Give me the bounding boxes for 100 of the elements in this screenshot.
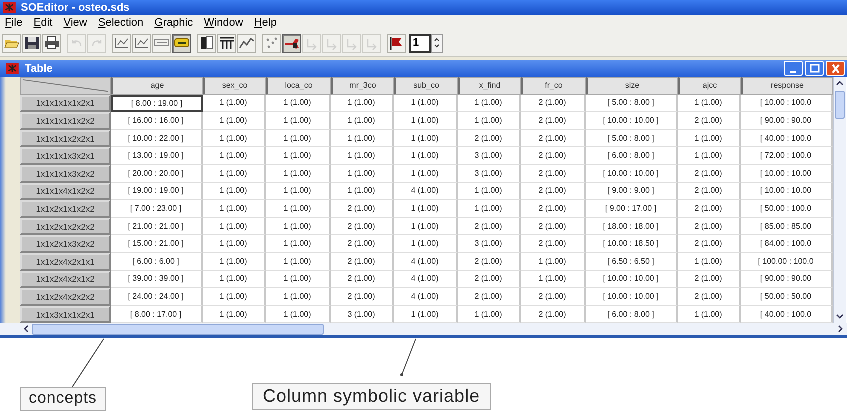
column-header[interactable]: sub_co	[394, 77, 458, 95]
table-cell: 2 (1.00)	[678, 218, 741, 236]
save-tool-button[interactable]	[22, 34, 41, 52]
table-cell: 2 (1.00)	[458, 252, 521, 271]
table-cell: 1 (1.00)	[266, 94, 331, 112]
table-cell: 1 (1.00)	[266, 147, 331, 165]
table-cell: 1 (1.00)	[266, 235, 331, 253]
table-cell: 2 (1.00)	[678, 182, 741, 200]
scroll-thumb[interactable]	[835, 91, 845, 119]
row-header[interactable]: 1x1x1x1x3x2x1	[20, 147, 111, 165]
menu-item[interactable]: Graphic	[154, 16, 194, 28]
row-header[interactable]: 1x1x2x4x2x1x1	[20, 252, 111, 271]
table-cell: 1 (1.00)	[203, 94, 266, 112]
spin-buttons[interactable]	[431, 34, 443, 52]
table-cell: 1 (1.00)	[203, 164, 266, 183]
close-button[interactable]	[826, 61, 845, 76]
column-header[interactable]: age	[111, 77, 203, 95]
column-header[interactable]: fr_co	[521, 77, 586, 95]
table-cell: 1 (1.00)	[203, 200, 266, 218]
scroll-thumb[interactable]	[32, 324, 324, 335]
maximize-button[interactable]	[805, 61, 824, 76]
table-cell: [ 18.00 : 18.00 ]	[586, 218, 678, 236]
table-cell: 2 (1.00)	[458, 218, 521, 236]
table-cell: 1 (1.00)	[678, 147, 741, 165]
graph-tool-button[interactable]	[112, 34, 131, 52]
horizontal-scrollbar[interactable]	[0, 323, 847, 336]
row-header[interactable]: 1x1x1x1x2x2x1	[20, 130, 111, 148]
table-cell: [ 10.00 : 10.00 ]	[586, 270, 678, 288]
table-cell: 1 (1.00)	[266, 288, 331, 306]
table-cell: 2 (1.00)	[521, 112, 586, 130]
print-tool-button[interactable]	[42, 34, 61, 52]
menu-item[interactable]: Edit	[34, 16, 53, 28]
row-header[interactable]: 1x1x1x1x1x2x2	[20, 112, 111, 130]
column-header[interactable]: response	[741, 77, 833, 95]
column-header[interactable]: mr_3co	[331, 77, 394, 95]
callout-label: Column symbolic variable	[252, 383, 492, 410]
row-header[interactable]: 1x1x2x1x1x2x2	[20, 200, 111, 218]
column-header[interactable]: ajcc	[678, 77, 741, 95]
table-cell: [ 24.00 : 24.00 ]	[111, 288, 203, 306]
table-cell: [ 16.00 : 16.00 ]	[111, 112, 203, 130]
table-cell: 1 (1.00)	[203, 182, 266, 200]
table-cell: 1 (1.00)	[331, 147, 394, 165]
table-cell: 2 (1.00)	[458, 270, 521, 288]
table-cell: 1 (1.00)	[521, 252, 586, 271]
table-cell: 3 (1.00)	[458, 147, 521, 165]
table-cell: [ 6.00 : 8.00 ]	[586, 147, 678, 165]
table-cell: 3 (1.00)	[458, 164, 521, 183]
minimize-button[interactable]	[784, 61, 803, 76]
table-tool-button[interactable]	[217, 34, 236, 52]
table-cell: 1 (1.00)	[203, 147, 266, 165]
table-cell: [ 10.00 : 10.00 ]	[586, 112, 678, 130]
menu-item[interactable]: Window	[204, 16, 244, 28]
column-header[interactable]: size	[586, 77, 678, 95]
table-cell: 1 (1.00)	[266, 252, 331, 271]
menu-item[interactable]: Help	[254, 16, 277, 28]
table-cell: 1 (1.00)	[394, 94, 458, 112]
table-cell: [ 7.00 : 23.00 ]	[111, 200, 203, 218]
column-header[interactable]: x_find	[458, 77, 521, 95]
row-header[interactable]: 1x1x2x4x2x2x2	[20, 288, 111, 306]
row-header[interactable]: 1x1x2x4x2x1x2	[20, 270, 111, 288]
table-cell: 1 (1.00)	[458, 182, 521, 200]
table-cell: [ 39.00 : 39.00 ]	[111, 270, 203, 288]
table-cell: 2 (1.00)	[521, 288, 586, 306]
table-cell: [ 21.00 : 21.00 ]	[111, 218, 203, 236]
table-cell: 1 (1.00)	[394, 130, 458, 148]
table-cell: [ 6.00 : 6.00 ]	[111, 252, 203, 271]
table-cell: 1 (1.00)	[203, 288, 266, 306]
number-field[interactable]: 1	[409, 34, 431, 52]
window-title: SOEditor - osteo.sds	[21, 2, 130, 14]
table-cell: 2 (1.00)	[678, 235, 741, 253]
row-header[interactable]: 1x1x1x1x3x2x2	[20, 164, 111, 183]
table-cell: 2 (1.00)	[521, 218, 586, 236]
line-chart-icon	[114, 36, 130, 50]
leader-line	[398, 338, 418, 378]
table-cell: 2 (1.00)	[331, 270, 394, 288]
row-header[interactable]: 1x1x1x1x1x2x1	[20, 94, 111, 112]
row-header[interactable]: 1x1x2x1x3x2x2	[20, 235, 111, 253]
row-header[interactable]: 1x1x3x1x1x2x1	[20, 306, 111, 324]
column-header[interactable]: sex_co	[203, 77, 266, 95]
menu-item[interactable]: Selection	[98, 16, 144, 28]
tool-tool-button[interactable]	[282, 34, 301, 52]
table-cell: 1 (1.00)	[394, 218, 458, 236]
menu-item[interactable]: File	[5, 16, 23, 28]
tag-tool-button[interactable]	[172, 34, 191, 52]
zigzag-tool-button[interactable]	[237, 34, 256, 52]
table-cell: 1 (1.00)	[203, 235, 266, 253]
table-cell: 1 (1.00)	[266, 130, 331, 148]
row-header[interactable]: 1x1x1x4x1x2x2	[20, 182, 111, 200]
graph-tool-button[interactable]	[132, 34, 151, 52]
vertical-scrollbar[interactable]	[833, 77, 846, 324]
columns-tool-button[interactable]	[197, 34, 216, 52]
column-header[interactable]: loca_co	[266, 77, 331, 95]
row-header[interactable]: 1x1x2x1x2x2x2	[20, 218, 111, 236]
table-cell: 1 (1.00)	[266, 182, 331, 200]
flag-tool-button[interactable]	[387, 34, 406, 52]
table-cell: 1 (1.00)	[266, 164, 331, 183]
menu-item[interactable]: View	[64, 16, 88, 28]
table-cell: 4 (1.00)	[394, 252, 458, 271]
table-cell: 2 (1.00)	[678, 270, 741, 288]
table-cell: 1 (1.00)	[331, 94, 394, 112]
